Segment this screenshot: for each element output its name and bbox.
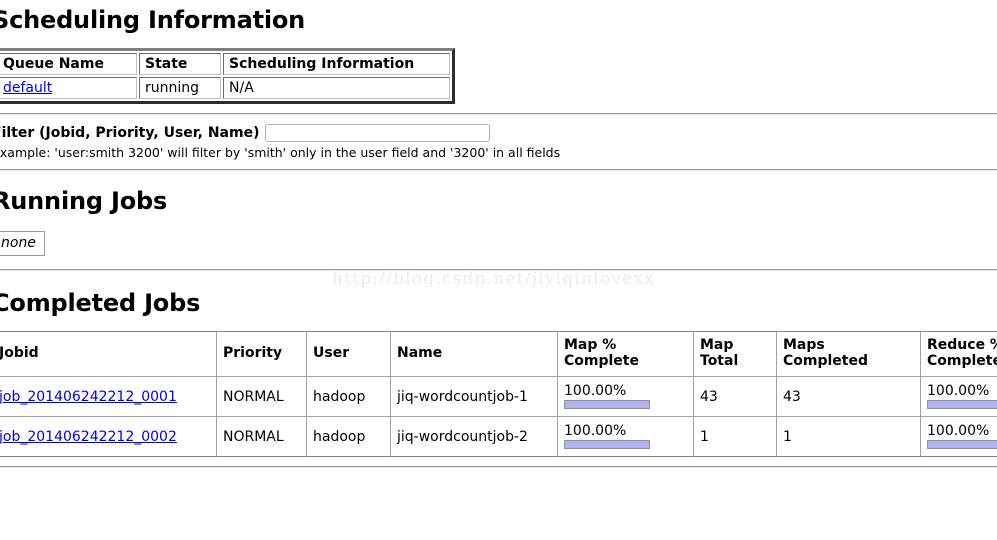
divider-after-completed-jobs <box>0 466 997 468</box>
cell-map-total: 43 <box>693 376 777 417</box>
header-map-total[interactable]: Map Total <box>693 331 777 377</box>
cell-reduce-pct-complete: 100.00% <box>920 376 997 417</box>
reduce-progress-bar <box>927 400 997 410</box>
reduce-progress-fill <box>928 441 997 449</box>
cell-maps-completed: 43 <box>776 376 921 417</box>
cell-name: jiq-wordcountjob-1 <box>390 376 558 417</box>
divider-after-queue-table <box>0 113 997 115</box>
cell-jobid: job_201406242212_0002 <box>0 416 217 457</box>
cell-map-pct-complete: 100.00% <box>557 376 694 417</box>
header-map-pct-complete[interactable]: Map % Complete <box>557 331 694 377</box>
cell-name: jiq-wordcountjob-2 <box>390 416 558 457</box>
map-progress-bar <box>564 400 650 410</box>
cell-maps-completed: 1 <box>776 416 921 457</box>
cell-priority: NORMAL <box>216 376 307 417</box>
header-reduce-pct-complete[interactable]: Reduce % Complete <box>920 331 997 377</box>
filter-label: Filter (Jobid, Priority, User, Name) <box>0 125 260 141</box>
queue-name-cell: default <box>0 77 137 99</box>
cell-jobid: job_201406242212_0001 <box>0 376 217 417</box>
map-progress-fill <box>565 401 649 409</box>
completed-jobs-header-row: Jobid Priority User Name Map % Complete … <box>0 331 997 377</box>
running-jobs-empty-box: none <box>0 231 45 256</box>
table-row: job_201406242212_0001 NORMAL hadoop jiq-… <box>0 376 997 417</box>
queue-header-state: State <box>139 53 221 75</box>
reduce-progress-bar <box>927 440 997 450</box>
queue-table-header-row: Queue Name State Scheduling Information <box>0 53 450 75</box>
queue-state-cell: running <box>139 77 221 99</box>
filter-row: Filter (Jobid, Priority, User, Name) <box>0 124 997 142</box>
page-root: Scheduling Information Queue Name State … <box>0 0 997 477</box>
header-user[interactable]: User <box>306 331 391 377</box>
header-name[interactable]: Name <box>390 331 558 377</box>
header-maps-completed[interactable]: Maps Completed <box>776 331 921 377</box>
filter-example-text: Example: 'user:smith 3200' will filter b… <box>0 145 561 160</box>
cell-user: hadoop <box>306 416 391 457</box>
job-link[interactable]: job_201406242212_0002 <box>0 429 177 445</box>
queue-scheduling-information-cell: N/A <box>223 77 450 99</box>
reduce-pct-text: 100.00% <box>927 422 990 439</box>
completed-jobs-body: job_201406242212_0001 NORMAL hadoop jiq-… <box>0 376 997 457</box>
reduce-pct-text: 100.00% <box>927 382 990 399</box>
queue-table-row: default running N/A <box>0 77 450 99</box>
cell-map-total: 1 <box>693 416 777 457</box>
divider-after-filter <box>0 169 997 171</box>
queue-table: Queue Name State Scheduling Information … <box>0 48 455 104</box>
table-row: job_201406242212_0002 NORMAL hadoop jiq-… <box>0 416 997 457</box>
map-progress-fill <box>565 441 649 449</box>
header-jobid[interactable]: Jobid <box>0 331 217 377</box>
map-progress-bar <box>564 440 650 450</box>
divider-after-running-jobs <box>0 269 997 271</box>
completed-jobs-title: Completed Jobs <box>0 289 201 317</box>
cell-priority: NORMAL <box>216 416 307 457</box>
cell-user: hadoop <box>306 376 391 417</box>
cell-map-pct-complete: 100.00% <box>557 416 694 457</box>
filter-input[interactable] <box>265 124 491 142</box>
map-pct-text: 100.00% <box>564 382 627 399</box>
completed-jobs-table: Jobid Priority User Name Map % Complete … <box>0 331 997 457</box>
page-title: Scheduling Information <box>0 6 306 34</box>
running-jobs-title: Running Jobs <box>0 187 168 215</box>
queue-header-scheduling-information: Scheduling Information <box>223 53 450 75</box>
queue-header-queue-name: Queue Name <box>0 53 137 75</box>
map-pct-text: 100.00% <box>564 422 627 439</box>
job-link[interactable]: job_201406242212_0001 <box>0 389 177 405</box>
header-priority[interactable]: Priority <box>216 331 307 377</box>
reduce-progress-fill <box>928 401 997 409</box>
queue-link-default[interactable]: default <box>3 80 52 96</box>
cell-reduce-pct-complete: 100.00% <box>920 416 997 457</box>
